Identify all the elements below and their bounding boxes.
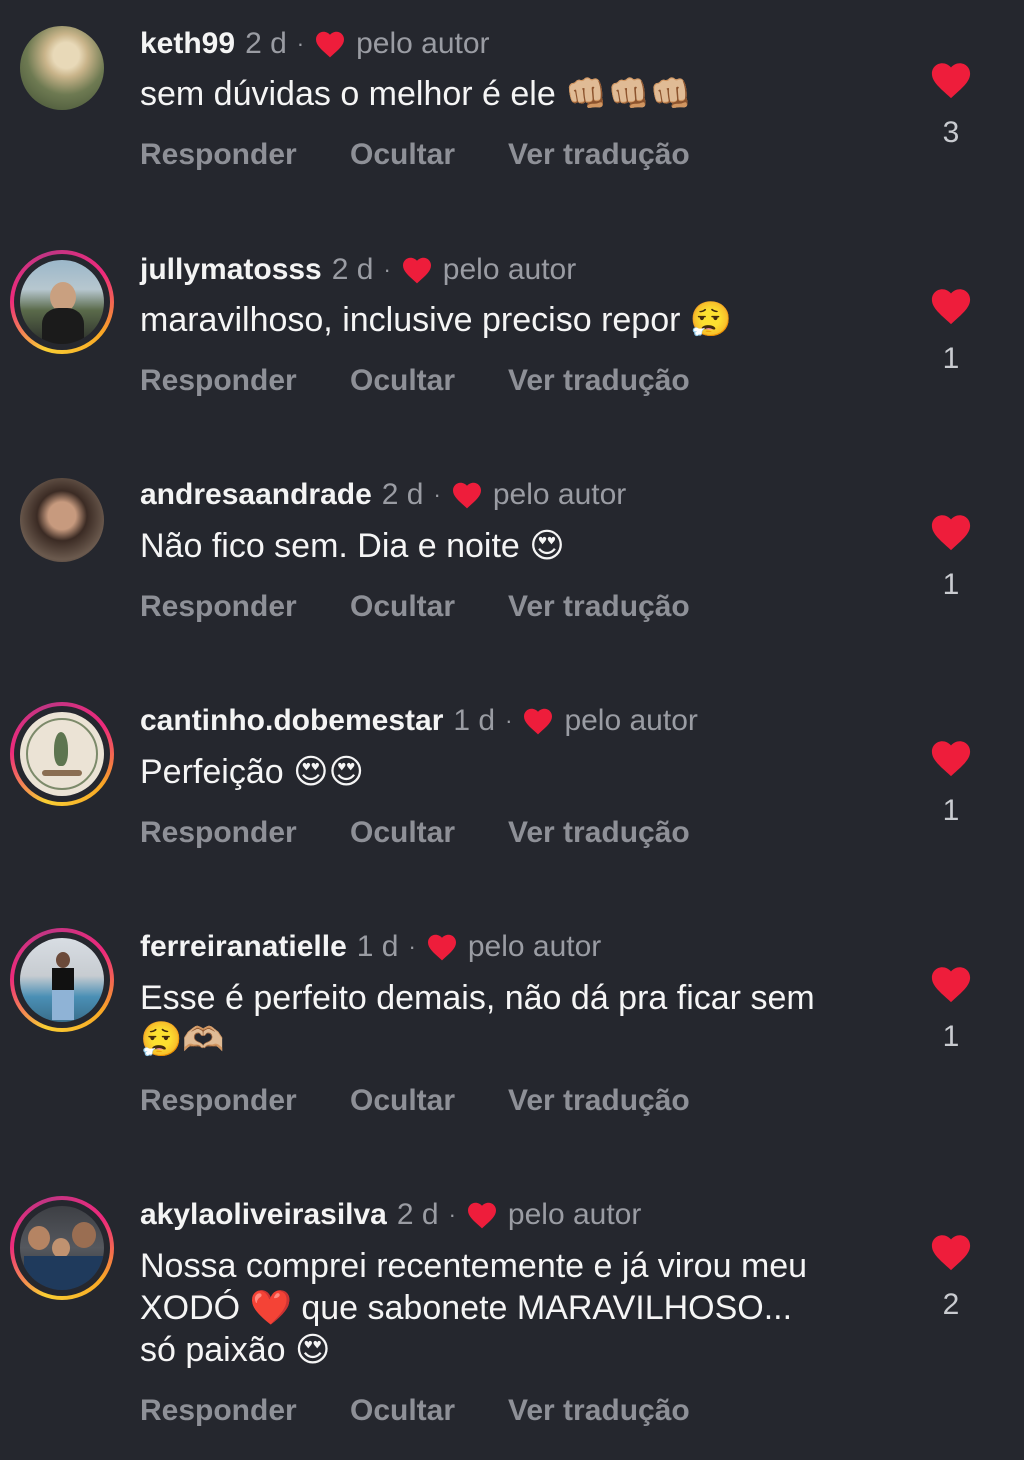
- like-count: 1: [942, 342, 960, 375]
- heart-icon[interactable]: [929, 286, 973, 326]
- author-heart-icon: [452, 482, 481, 509]
- like-count: 2: [942, 1288, 960, 1321]
- like-button[interactable]: 1: [926, 738, 976, 828]
- comment-header: ferreiranatielle 1 d · pelo autor: [140, 929, 601, 965]
- hide-button[interactable]: Ocultar: [350, 1393, 508, 1429]
- like-count: 1: [942, 794, 960, 827]
- comment-time: 2 d: [396, 1198, 439, 1231]
- username[interactable]: keth99: [140, 26, 235, 62]
- author-heart-icon: [524, 708, 553, 735]
- comment-time: 2 d: [381, 478, 424, 511]
- liked-by-author-label: pelo autor: [507, 1198, 642, 1231]
- see-translation-button[interactable]: Ver tradução: [508, 137, 690, 173]
- comment-text: Não fico sem. Dia e noite 😍: [140, 527, 565, 565]
- comment-text: maravilhoso, inclusive preciso repor 😮‍💨: [140, 301, 733, 339]
- like-button[interactable]: 3: [926, 60, 976, 150]
- comment-time: 2 d: [331, 253, 374, 286]
- separator-dot: ·: [383, 257, 391, 282]
- comment-time: 1 d: [453, 704, 496, 737]
- see-translation-button[interactable]: Ver tradução: [508, 1083, 690, 1119]
- author-heart-icon: [467, 1202, 496, 1229]
- avatar[interactable]: [10, 468, 114, 572]
- comment-header: akylaoliveirasilva 2 d · pelo autor: [140, 1197, 641, 1233]
- reply-button[interactable]: Responder: [140, 1083, 350, 1119]
- author-heart-icon: [316, 31, 345, 58]
- comment-actions: Responder Ocultar Ver tradução: [140, 1393, 690, 1429]
- comment-text: sem dúvidas o melhor é ele 👊🏼👊🏼👊🏼: [140, 75, 693, 113]
- separator-dot: ·: [448, 1202, 456, 1227]
- comment-actions: Responder Ocultar Ver tradução: [140, 363, 690, 399]
- like-count: 3: [942, 116, 960, 149]
- like-button[interactable]: 1: [926, 286, 976, 376]
- heart-icon[interactable]: [929, 60, 973, 100]
- avatar[interactable]: [10, 928, 114, 1032]
- see-translation-button[interactable]: Ver tradução: [508, 363, 690, 399]
- hide-button[interactable]: Ocultar: [350, 589, 508, 625]
- see-translation-button[interactable]: Ver tradução: [508, 815, 690, 851]
- comment-time: 1 d: [356, 930, 399, 963]
- avatar[interactable]: [10, 702, 114, 806]
- comment-text: Esse é perfeito demais, não dá pra ficar…: [140, 979, 815, 1059]
- liked-by-author-label: pelo autor: [467, 930, 602, 963]
- author-heart-icon: [402, 257, 431, 284]
- username[interactable]: cantinho.dobemestar: [140, 703, 443, 739]
- liked-by-author-label: pelo autor: [356, 27, 490, 60]
- see-translation-button[interactable]: Ver tradução: [508, 589, 690, 625]
- separator-dot: ·: [433, 482, 441, 507]
- comment-time: 2 d: [245, 27, 287, 60]
- like-count: 1: [942, 568, 960, 601]
- hide-button[interactable]: Ocultar: [350, 363, 508, 399]
- separator-dot: ·: [296, 31, 305, 56]
- heart-icon[interactable]: [929, 964, 973, 1004]
- comment-header: cantinho.dobemestar 1 d · pelo autor: [140, 703, 698, 739]
- like-button[interactable]: 1: [926, 964, 976, 1054]
- comment-actions: Responder Ocultar Ver tradução: [140, 815, 690, 851]
- reply-button[interactable]: Responder: [140, 137, 350, 173]
- liked-by-author-label: pelo autor: [442, 253, 577, 286]
- hide-button[interactable]: Ocultar: [350, 137, 508, 173]
- heart-icon[interactable]: [929, 1232, 973, 1272]
- like-button[interactable]: 2: [926, 1232, 976, 1322]
- comment-actions: Responder Ocultar Ver tradução: [140, 137, 690, 173]
- like-button[interactable]: 1: [926, 512, 976, 602]
- comment-header: andresaandrade 2 d · pelo autor: [140, 477, 626, 513]
- username[interactable]: jullymatosss: [140, 252, 322, 288]
- comment-actions: Responder Ocultar Ver tradução: [140, 589, 690, 625]
- reply-button[interactable]: Responder: [140, 589, 350, 625]
- comment-actions: Responder Ocultar Ver tradução: [140, 1083, 690, 1119]
- see-translation-button[interactable]: Ver tradução: [508, 1393, 690, 1429]
- hide-button[interactable]: Ocultar: [350, 815, 508, 851]
- avatar[interactable]: [10, 250, 114, 354]
- comment-header: keth99 2 d · pelo autor: [140, 26, 490, 62]
- comment-header: jullymatosss 2 d · pelo autor: [140, 252, 576, 288]
- hide-button[interactable]: Ocultar: [350, 1083, 508, 1119]
- separator-dot: ·: [505, 708, 513, 733]
- comment-text: Perfeição 😍😍: [140, 753, 364, 791]
- username[interactable]: andresaandrade: [140, 477, 372, 513]
- heart-icon[interactable]: [929, 512, 973, 552]
- liked-by-author-label: pelo autor: [492, 478, 627, 511]
- comment-text: Nossa comprei recentemente e já virou me…: [140, 1247, 808, 1369]
- username[interactable]: akylaoliveirasilva: [140, 1197, 387, 1233]
- reply-button[interactable]: Responder: [140, 1393, 350, 1429]
- like-count: 1: [942, 1020, 960, 1053]
- username[interactable]: ferreiranatielle: [140, 929, 347, 965]
- reply-button[interactable]: Responder: [140, 815, 350, 851]
- separator-dot: ·: [408, 934, 416, 959]
- heart-icon[interactable]: [929, 738, 973, 778]
- avatar[interactable]: [10, 16, 114, 120]
- reply-button[interactable]: Responder: [140, 363, 350, 399]
- avatar[interactable]: [10, 1196, 114, 1300]
- author-heart-icon: [427, 934, 456, 961]
- liked-by-author-label: pelo autor: [564, 704, 698, 737]
